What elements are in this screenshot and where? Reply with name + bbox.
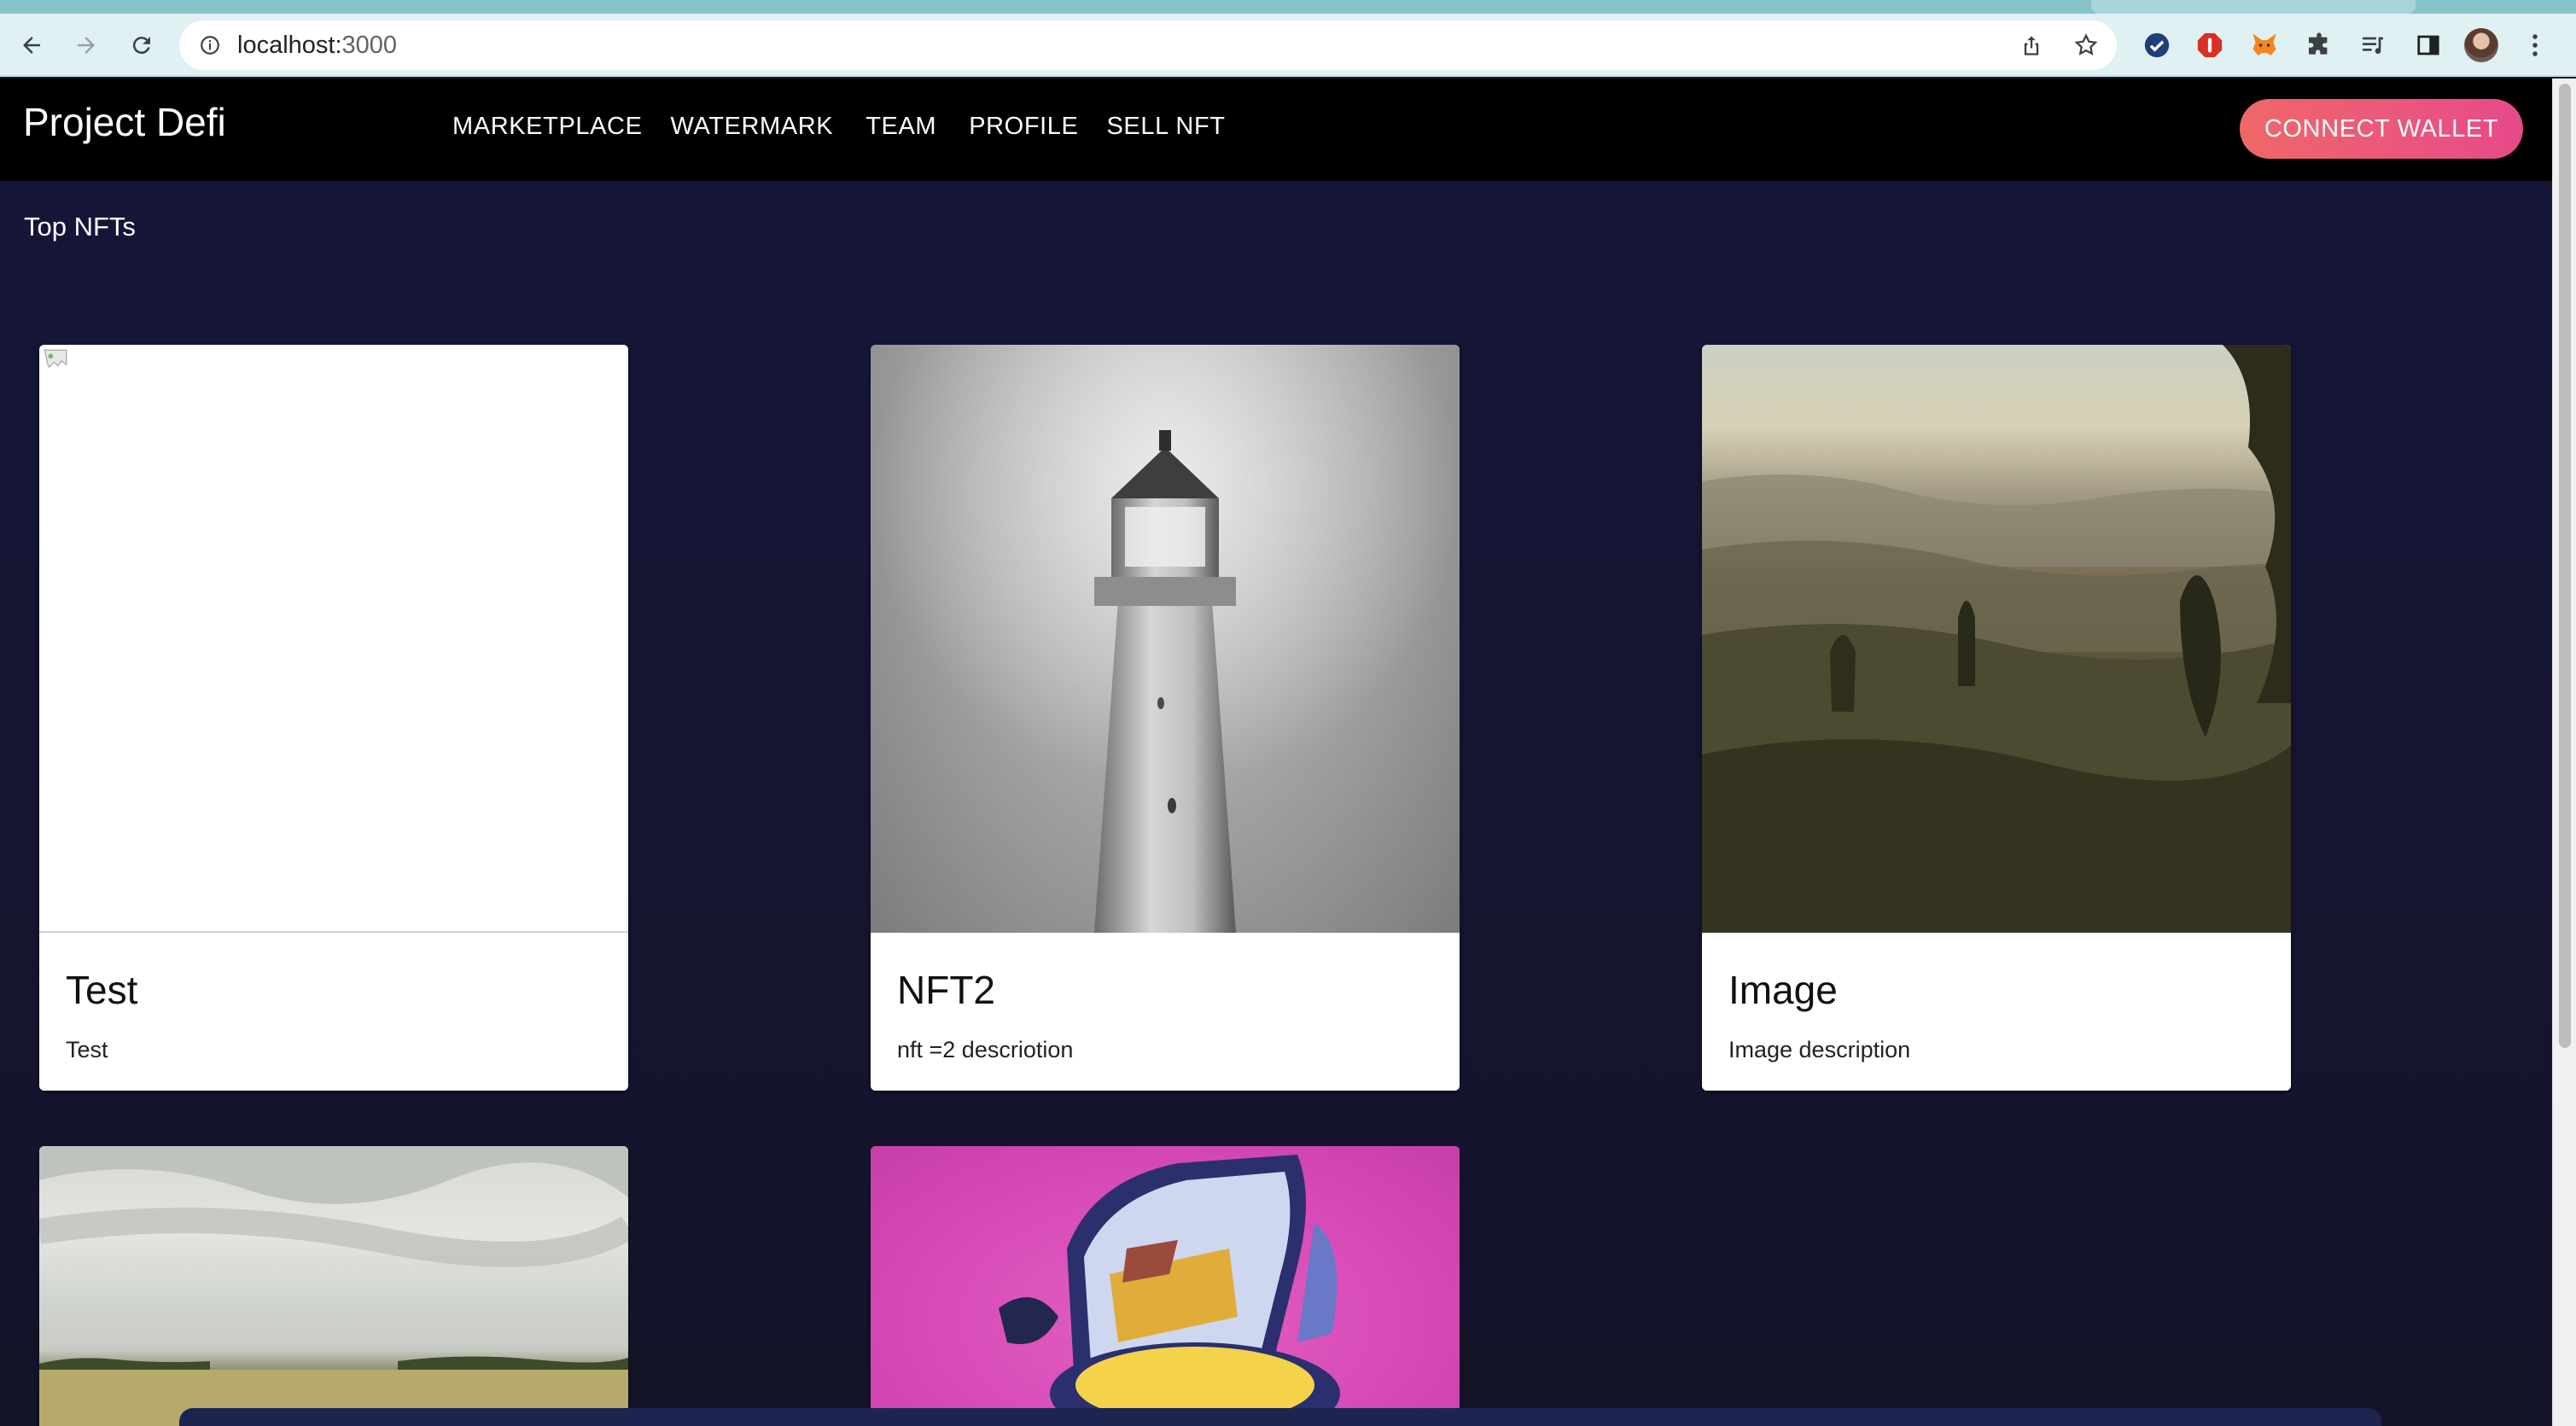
media-queue-icon[interactable] <box>2353 26 2392 65</box>
hillside-landscape-photo <box>1702 345 2291 933</box>
card-title: Test <box>66 968 138 1012</box>
connect-wallet-button[interactable]: CONNECT WALLET <box>2240 99 2523 159</box>
broken-image <box>39 345 628 933</box>
abstract-art-illustration <box>999 1155 1340 1426</box>
nft-card[interactable]: Image Image description <box>1702 345 2291 1091</box>
nav-sell-nft[interactable]: SELL NFT <box>1106 113 1225 141</box>
broken-image-icon <box>44 349 67 369</box>
brand-title[interactable]: Project Defi <box>23 99 226 145</box>
card-description: Test <box>66 1037 108 1062</box>
card-body: Image Image description <box>1702 933 2291 1091</box>
nav-profile[interactable]: PROFILE <box>969 113 1078 141</box>
bookmark-star-icon[interactable] <box>2067 26 2105 64</box>
nft-card[interactable]: NFT2 nft =2 descriotion <box>871 345 1460 1091</box>
browser-toolbar: localhost:3000 <box>0 14 2576 77</box>
share-icon[interactable] <box>2013 26 2050 64</box>
kebab-menu-icon[interactable] <box>2518 26 2552 65</box>
scrollbar-thumb[interactable] <box>2559 84 2571 1048</box>
app-header: Project Defi MARKETPLACE WATERMARK TEAM … <box>0 79 2552 181</box>
lighthouse-illustration <box>871 345 1460 933</box>
metamask-fox-icon[interactable] <box>2245 26 2284 65</box>
main-nav: MARKETPLACE WATERMARK TEAM PROFILE SELL … <box>452 113 1254 141</box>
nav-marketplace[interactable]: MARKETPLACE <box>452 113 643 141</box>
profile-avatar[interactable] <box>2462 26 2501 65</box>
nav-team[interactable]: TEAM <box>865 113 936 141</box>
nft-card[interactable] <box>39 1146 628 1426</box>
browser-tab[interactable] <box>2091 0 2416 14</box>
url-text: localhost:3000 <box>237 32 397 60</box>
lighthouse-photo <box>871 345 1460 933</box>
card-title: NFT2 <box>897 968 995 1012</box>
back-arrow-icon[interactable] <box>12 26 51 65</box>
puzzle-extensions-icon[interactable] <box>2299 26 2339 65</box>
card-title: Image <box>1728 968 1838 1012</box>
field-sky-photo <box>39 1146 628 1426</box>
address-bar[interactable]: localhost:3000 <box>179 20 2117 70</box>
landscape-illustration <box>1702 345 2291 933</box>
section-title: Top NFTs <box>24 212 136 242</box>
page-scrollbar[interactable] <box>2552 79 2576 1426</box>
page-viewport: Project Defi MARKETPLACE WATERMARK TEAM … <box>0 79 2552 1426</box>
shield-extension-icon[interactable] <box>2190 26 2229 65</box>
field-illustration <box>39 1146 628 1426</box>
url-port: 3000 <box>341 32 398 59</box>
side-panel-icon[interactable] <box>2409 26 2448 65</box>
os-dock-edge <box>179 1408 2381 1426</box>
url-host: localhost: <box>237 32 342 59</box>
nav-watermark[interactable]: WATERMARK <box>671 113 834 141</box>
abstract-chair-art <box>871 1146 1460 1426</box>
card-body: Test Test <box>39 933 628 1091</box>
card-description: Image description <box>1728 1037 1911 1062</box>
nft-card[interactable]: Test Test <box>39 345 628 1091</box>
nft-card[interactable] <box>871 1146 1460 1426</box>
card-body: NFT2 nft =2 descriotion <box>871 933 1460 1091</box>
reload-icon[interactable] <box>122 26 161 65</box>
site-info-icon[interactable] <box>191 26 229 64</box>
forward-arrow-icon[interactable] <box>67 26 106 65</box>
check-extension-icon[interactable] <box>2137 26 2177 65</box>
browser-tab-strip <box>0 0 2576 14</box>
card-description: nft =2 descriotion <box>897 1037 1074 1062</box>
